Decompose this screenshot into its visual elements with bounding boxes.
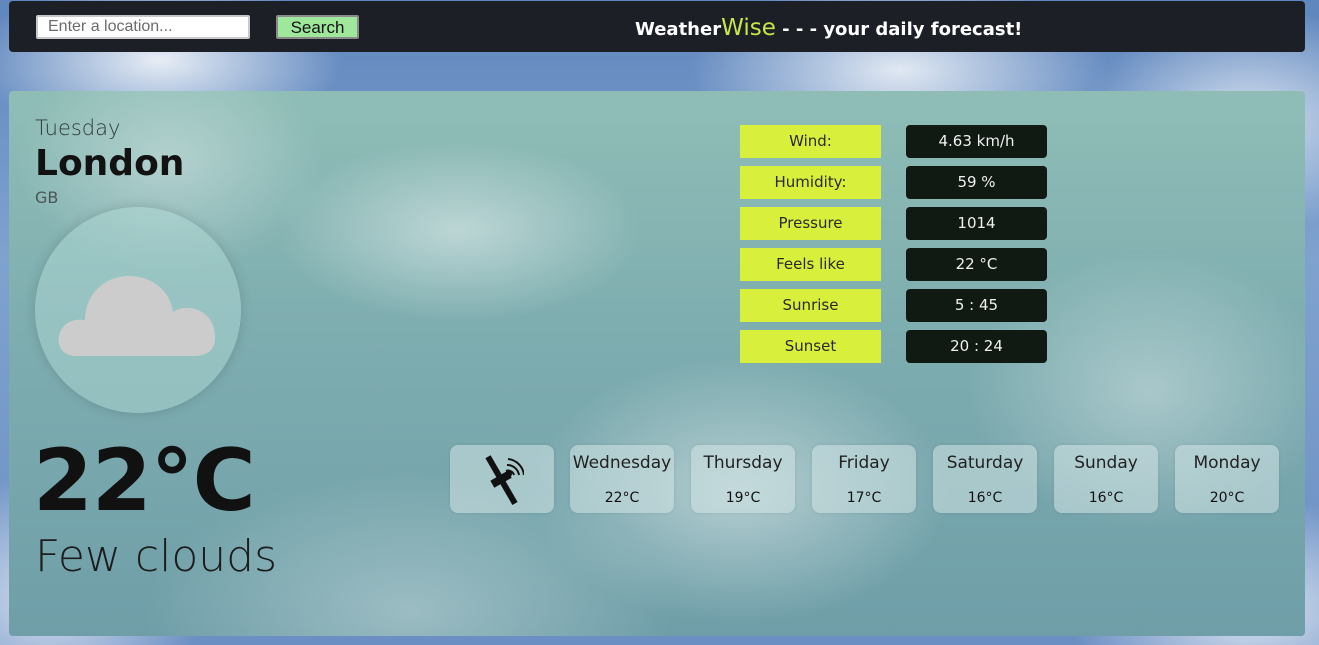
detail-value: 4.63 km/h [906,125,1047,158]
detail-label: Feels like [740,248,881,281]
forecast-temp: 16°C [967,490,1003,506]
detail-row-wind: Wind: 4.63 km/h [740,125,1047,158]
forecast-temp: 20°C [1209,490,1245,506]
forecast-card: Monday 20°C [1175,445,1279,513]
forecast-temp: 17°C [846,490,882,506]
detail-label: Sunrise [740,289,881,322]
satellite-icon [485,455,524,506]
detail-row-sunset: Sunset 20 : 24 [740,330,1047,363]
detail-label: Pressure [740,207,881,240]
search-input[interactable] [36,15,250,39]
current-temperature: 22°C [33,431,256,531]
forecast-card: Friday 17°C [812,445,916,513]
forecast-temp: 16°C [1088,490,1124,506]
detail-value: 5 : 45 [906,289,1047,322]
detail-row-pressure: Pressure 1014 [740,207,1047,240]
brand-accent: Wise [721,15,776,41]
city-name: London [35,143,185,184]
forecast-day: Wednesday [572,453,672,473]
forecast-day: Sunday [1074,453,1138,473]
current-day: Tuesday [35,116,121,140]
detail-value: 1014 [906,207,1047,240]
search-button[interactable]: Search [276,15,359,39]
detail-label: Humidity: [740,166,881,199]
detail-value: 22 °C [906,248,1047,281]
detail-value: 59 % [906,166,1047,199]
brand-tagline: - - - your daily forecast! [775,19,1023,40]
top-bar: Search WeatherWise - - - your daily fore… [9,1,1305,52]
forecast-card: Sunday 16°C [1054,445,1158,513]
detail-value: 20 : 24 [906,330,1047,363]
forecast-temp: 19°C [725,490,761,506]
detail-row-sunrise: Sunrise 5 : 45 [740,289,1047,322]
brand-title: WeatherWise - - - your daily forecast! [635,13,1022,43]
forecast-day: Thursday [703,453,783,473]
forecast-card: Saturday 16°C [933,445,1037,513]
detail-label: Sunset [740,330,881,363]
brand-prefix: Weather [635,19,722,40]
forecast-day: Friday [838,453,890,473]
weather-condition: Few clouds [35,531,278,582]
forecast-day: Saturday [946,453,1024,473]
forecast-icon-card [450,445,554,513]
forecast-card: Wednesday 22°C [570,445,674,513]
forecast-temp: 22°C [604,490,640,506]
detail-row-humidity: Humidity: 59 % [740,166,1047,199]
detail-label: Wind: [740,125,881,158]
weather-panel: Tuesday London GB 22°C Few clouds Wind: … [9,91,1305,636]
detail-row-feels-like: Feels like 22 °C [740,248,1047,281]
cloud-icon [58,276,216,356]
weather-icon-container [35,207,241,413]
country-code: GB [35,188,59,207]
forecast-card: Thursday 19°C [691,445,795,513]
forecast-day: Monday [1193,453,1261,473]
